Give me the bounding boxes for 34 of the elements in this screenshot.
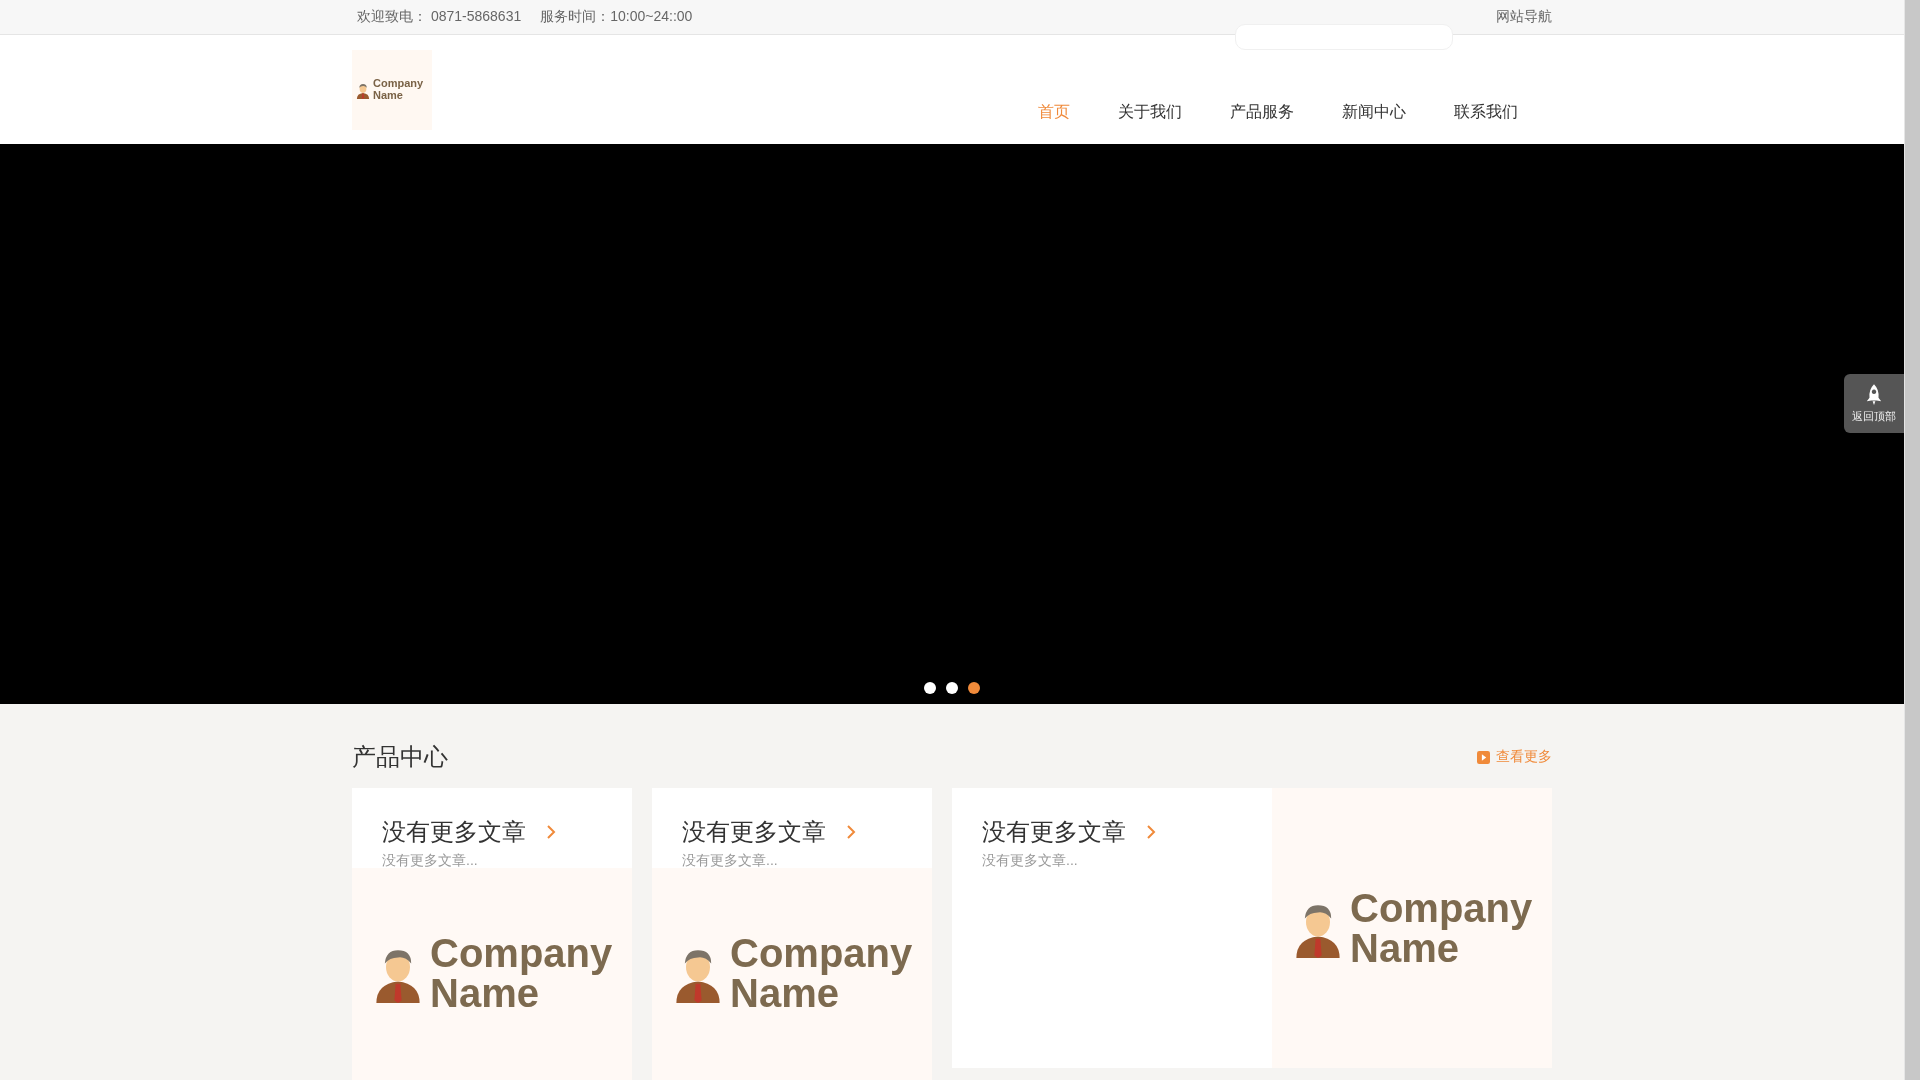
nav-item[interactable]: 关于我们 [1094,101,1206,123]
product-card[interactable]: 没有更多文章 没有更多文章... Company Name [652,788,932,1080]
hours-text: 服务时间：10:00~24::00 [539,8,693,26]
person-icon [356,81,370,99]
card-summary: 没有更多文章... [982,852,1079,870]
section-title: 产品中心 [352,742,448,772]
nav-item[interactable]: 联系我们 [1430,101,1542,123]
slide-dot[interactable] [924,682,936,694]
slide-dot[interactable] [968,682,980,694]
card-summary: 没有更多文章... [382,852,479,870]
card-title: 没有更多文章 [682,817,826,847]
logo-text: Company Name [373,78,425,102]
nav-item[interactable]: 产品服务 [1206,101,1318,123]
play-icon [1477,750,1490,764]
product-card[interactable]: 没有更多文章 没有更多文章... Company Name [952,788,1552,1068]
company-name-text: Company Name [1350,888,1530,968]
scrollbar[interactable] [1904,0,1920,1080]
nav-item[interactable]: 新闻中心 [1318,101,1430,123]
card-title: 没有更多文章 [982,817,1126,847]
company-name-text: Company Name [730,933,910,1013]
sitemap-link[interactable]: 网站导航 [1491,8,1552,26]
chevron-right-icon [546,824,556,840]
back-to-top-button[interactable]: 返回顶部 [1844,374,1904,433]
card-summary: 没有更多文章... [682,852,779,870]
company-name-text: Company Name [430,933,610,1013]
search-field[interactable] [1235,24,1453,50]
slide-dot[interactable] [946,682,958,694]
logo[interactable]: Company Name [352,50,432,130]
card-title: 没有更多文章 [382,817,526,847]
rocket-icon [1865,383,1883,406]
chevron-right-icon [1146,824,1156,840]
phone-text: 欢迎致电： 0871-5868631 [356,8,522,26]
chevron-right-icon [846,824,856,840]
product-card[interactable]: 没有更多文章 没有更多文章... Company Name [352,788,632,1080]
